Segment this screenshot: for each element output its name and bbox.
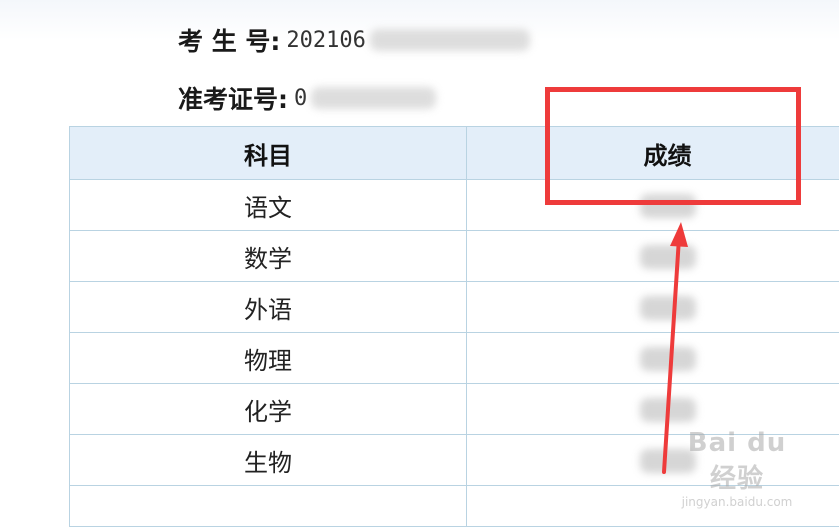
score-cell (467, 231, 839, 282)
redaction-blur (640, 347, 696, 371)
subject-cell: 生物 (70, 435, 467, 486)
baidu-jingyan-watermark: Bai du 经验 jingyan.baidu.com (677, 428, 797, 488)
header-subject: 科目 (70, 127, 467, 180)
score-highlight-box (545, 87, 801, 205)
table-row: 数学 (70, 231, 839, 282)
table-row: 物理 (70, 333, 839, 384)
redaction-blur (370, 29, 530, 51)
score-cell (467, 333, 839, 384)
table-row: 化学 (70, 384, 839, 435)
subject-cell: 物理 (70, 333, 467, 384)
exam-number-label: 考 生 号: (178, 22, 280, 58)
subject-cell: 语文 (70, 180, 467, 231)
score-cell (467, 282, 839, 333)
subject-cell: 外语 (70, 282, 467, 333)
watermark-url: jingyan.baidu.com (677, 495, 797, 509)
admission-number-value: 0 (294, 86, 307, 111)
admission-number-label: 准考证号: (178, 80, 288, 116)
subject-cell: 化学 (70, 384, 467, 435)
redaction-blur (640, 245, 696, 269)
exam-number-value: 202106 (286, 28, 365, 53)
redaction-blur (640, 398, 696, 422)
watermark-logo: Bai du 经验 (677, 428, 797, 495)
admission-number-row: 准考证号: 0 (178, 80, 436, 116)
score-cell (467, 384, 839, 435)
redaction-blur (311, 87, 436, 109)
table-row: 外语 (70, 282, 839, 333)
subject-cell: 数学 (70, 231, 467, 282)
empty-cell (70, 486, 467, 527)
redaction-blur (640, 296, 696, 320)
exam-number-row: 考 生 号: 202106 (178, 22, 530, 58)
